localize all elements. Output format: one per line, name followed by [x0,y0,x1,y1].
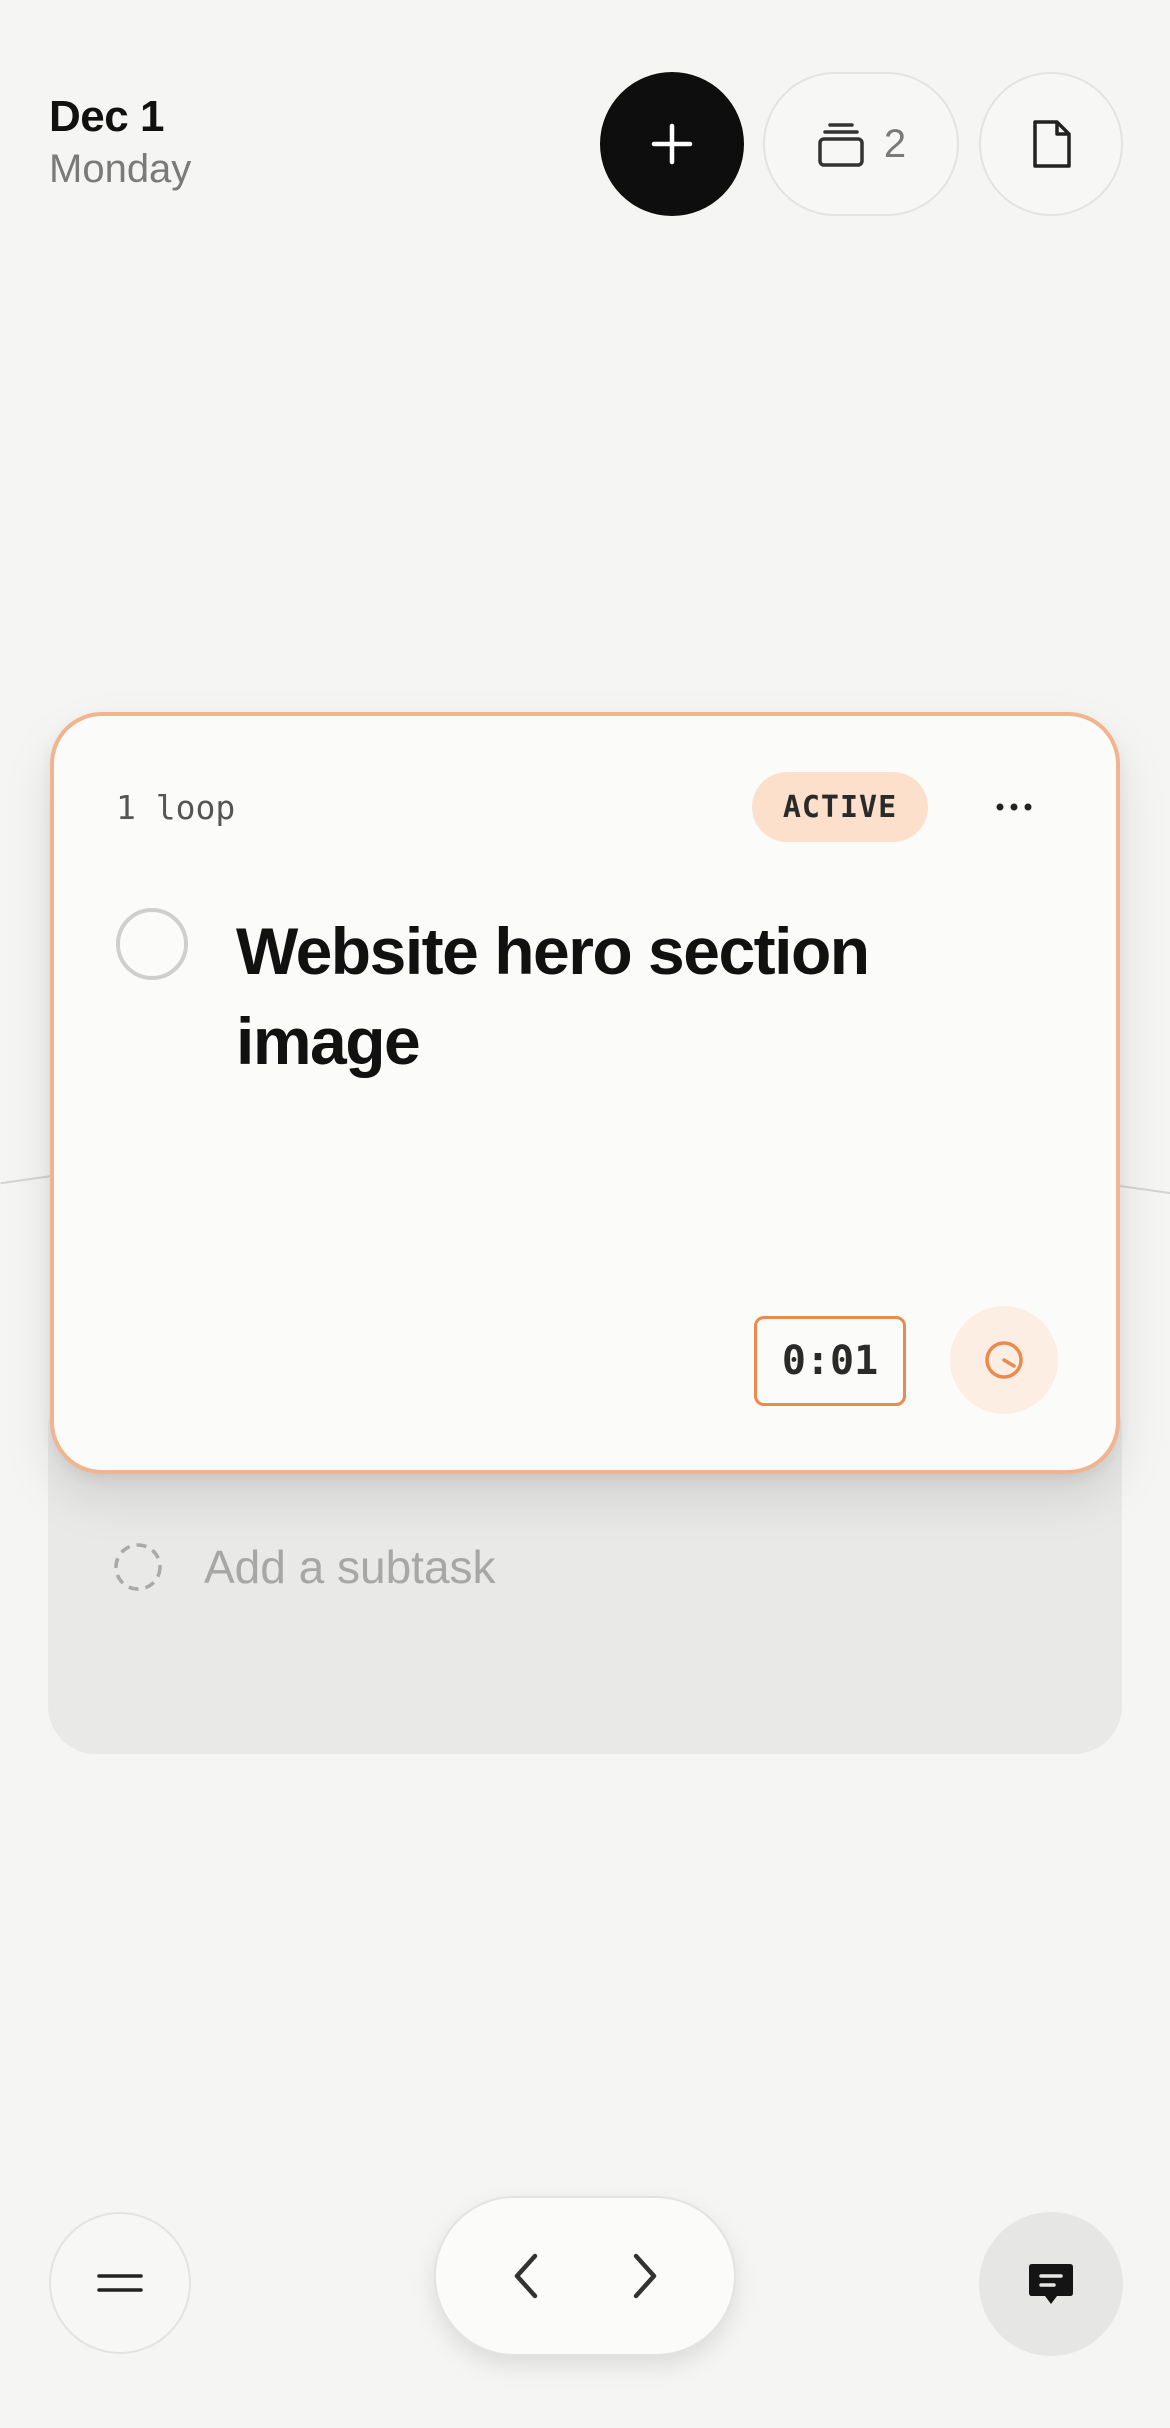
date-label: Dec 1 [49,92,164,141]
previous-day-button[interactable] [491,2241,561,2311]
add-subtask-row[interactable]: Add a subtask [112,1540,496,1594]
stack-count: 2 [883,121,907,166]
complete-task-checkbox[interactable] [116,908,188,980]
chat-button[interactable] [979,2212,1123,2356]
timer-display: 0:01 [754,1316,906,1406]
notes-button[interactable] [979,72,1123,216]
menu-icon [97,2274,143,2292]
chevron-right-icon [633,2253,656,2299]
weekday-label: Monday [49,146,192,191]
more-options-button[interactable] [979,772,1049,842]
task-card[interactable]: 1 loop ACTIVE Website hero section image… [50,712,1120,1474]
next-day-button[interactable] [610,2241,680,2311]
dashed-circle-icon [114,1543,162,1591]
timeline-arc-right [1119,1185,1170,1195]
plus-icon [651,123,693,165]
status-badge: ACTIVE [752,772,928,842]
timer-button[interactable] [950,1306,1058,1414]
document-icon [1033,120,1071,168]
date-header: Dec 1 Monday [49,92,191,193]
menu-button[interactable] [49,2212,191,2354]
task-stack-button[interactable]: 2 [763,72,959,216]
chat-icon [1029,2264,1073,2304]
timer-icon [985,1341,1023,1379]
add-subtask-placeholder: Add a subtask [204,1541,496,1593]
timeline-arc-left [0,1175,53,1185]
chevron-left-icon [514,2253,537,2299]
add-task-button[interactable] [600,72,744,216]
task-title[interactable]: Website hero section image [236,906,1056,1086]
more-horizontal-icon [996,803,1032,811]
stack-icon [818,123,864,167]
day-navigation [434,2196,736,2356]
loop-count-label: 1 loop [116,788,236,827]
